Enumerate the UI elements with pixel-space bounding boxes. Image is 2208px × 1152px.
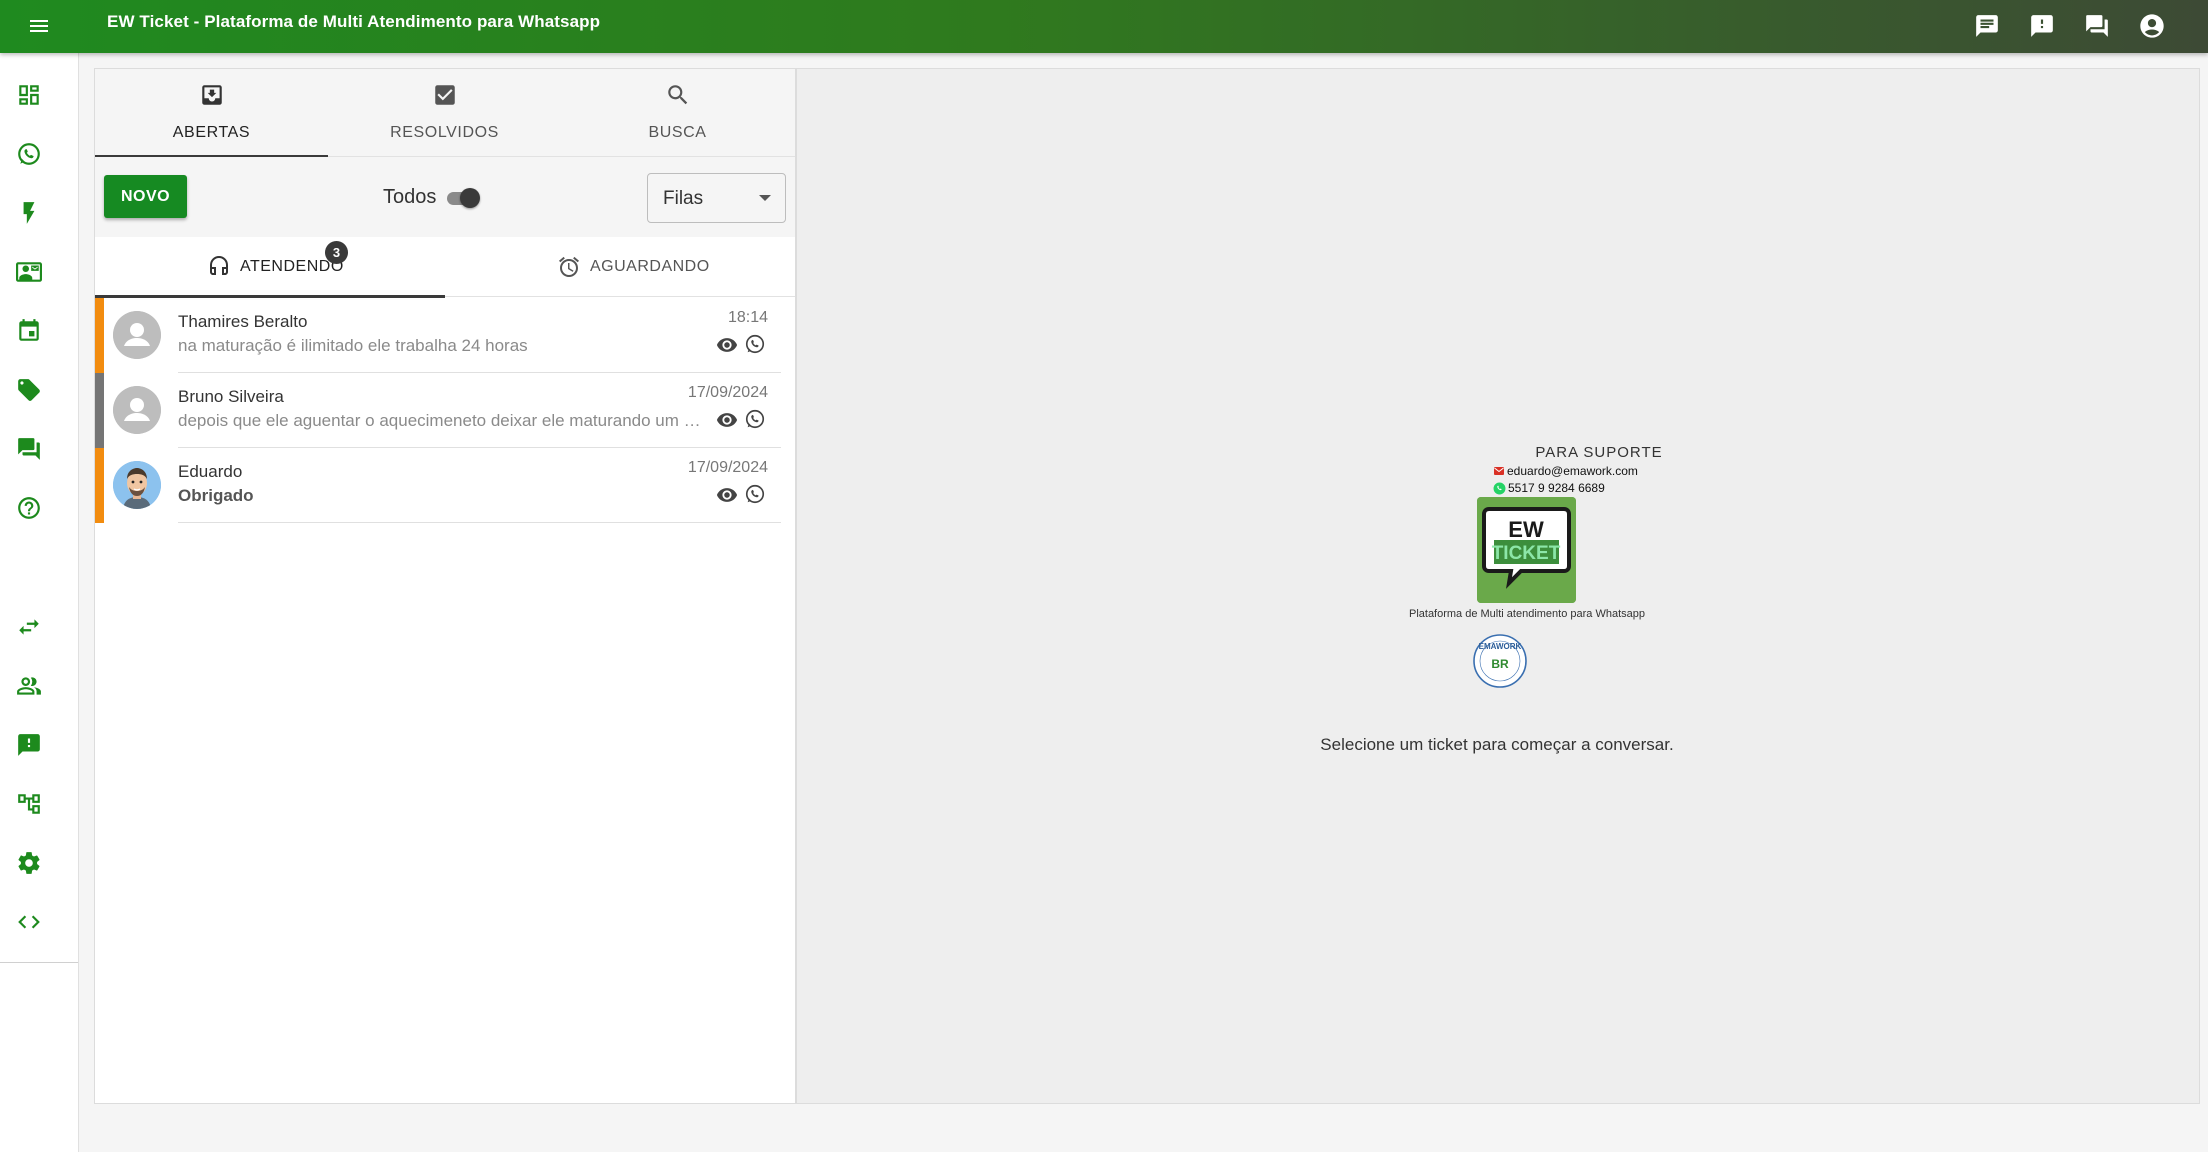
inbox-icon [198, 81, 226, 109]
whatsapp-icon [743, 482, 767, 506]
avatar [113, 461, 161, 509]
code-icon[interactable] [14, 907, 44, 937]
queue-color-bar [95, 298, 104, 373]
settings-icon[interactable] [14, 848, 44, 878]
menu-icon[interactable] [24, 11, 54, 41]
todos-toggle[interactable] [445, 187, 481, 209]
tab-aguardando[interactable]: AGUARDANDO [445, 237, 795, 297]
ticket-last-message: depois que ele aguentar o aquecimeneto d… [178, 411, 708, 430]
support-email: eduardo@emawork.com [1493, 464, 1638, 478]
tickets-panel: ABERTAS RESOLVIDOS BUSCA NOVO Todos Fila… [94, 68, 796, 1104]
logo-ticket-text: TICKET [1492, 543, 1561, 564]
whatsapp-icon [743, 407, 767, 431]
chat-icon[interactable] [1971, 10, 2003, 42]
atendendo-count-badge: 3 [325, 241, 348, 264]
tab-abertas[interactable]: ABERTAS [95, 69, 328, 158]
ticket-last-message: Obrigado [178, 486, 254, 505]
tab-busca-label: BUSCA [648, 124, 707, 141]
tab-resolvidos-label: RESOLVIDOS [390, 124, 499, 141]
dashboard-icon[interactable] [14, 80, 44, 110]
support-phone: 5517 9 9284 6689 [1493, 481, 1605, 495]
todos-label: Todos [383, 186, 437, 208]
seal-mark: BR [1491, 657, 1509, 671]
account-circle-icon[interactable] [2136, 10, 2168, 42]
support-phone-text: 5517 9 9284 6689 [1508, 481, 1605, 495]
support-title: PARA SUPORTE [1535, 444, 1663, 461]
email-icon [1494, 467, 1504, 475]
app-header: EW Ticket - Plataforma de Multi Atendime… [0, 0, 2208, 53]
search-icon [664, 81, 692, 109]
select-ticket-text: Selecione um ticket para começar a conve… [1320, 735, 1674, 754]
alarm-icon [556, 254, 582, 280]
app-title: EW Ticket - Plataforma de Multi Atendime… [107, 12, 601, 31]
ticket-time: 17/09/2024 [687, 459, 768, 476]
eye-icon[interactable] [715, 333, 739, 357]
new-ticket-button[interactable]: NOVO [104, 175, 187, 218]
tab-abertas-label: ABERTAS [172, 124, 251, 141]
tab-busca[interactable]: BUSCA [561, 69, 794, 157]
tickets-subtabs: ATENDENDO 3 AGUARDANDO [95, 237, 795, 298]
feedback-icon[interactable] [2026, 10, 2058, 42]
queue-color-bar [95, 448, 104, 523]
ticket-item[interactable]: Thamires Beralto na maturação é ilimitad… [95, 298, 795, 373]
tickets-tabs: ABERTAS RESOLVIDOS BUSCA [95, 69, 795, 158]
tag-icon[interactable] [14, 375, 44, 405]
contacts-icon[interactable] [14, 257, 44, 287]
people-icon[interactable] [14, 671, 44, 701]
whatsapp-icon [1493, 482, 1506, 494]
whatsapp-icon [743, 332, 767, 356]
ticket-list: Thamires Beralto na maturação é ilimitad… [95, 298, 795, 523]
flash-icon[interactable] [14, 198, 44, 228]
queue-select-value: Filas [663, 188, 704, 209]
ticket-contact-name: Thamires Beralto [178, 312, 308, 331]
ticket-time: 18:14 [727, 309, 768, 326]
sidebar [0, 53, 79, 1152]
tab-atendendo[interactable]: ATENDENDO 3 [95, 237, 445, 298]
tab-resolvidos[interactable]: RESOLVIDOS [328, 69, 561, 157]
logo-tagline: Plataforma de Multi atendimento para Wha… [1408, 608, 1646, 620]
ticket-contact-name: Bruno Silveira [178, 387, 284, 406]
ticket-item[interactable]: Bruno Silveira depois que ele aguentar o… [95, 373, 795, 448]
ticket-item[interactable]: Eduardo Obrigado 17/09/2024 [95, 448, 795, 523]
queue-tree-icon[interactable] [14, 789, 44, 819]
whatsapp-icon[interactable] [14, 139, 44, 169]
avatar [113, 386, 161, 434]
eye-icon[interactable] [715, 408, 739, 432]
help-icon[interactable] [14, 493, 44, 523]
seal-text: EMAWORK [1479, 642, 1522, 651]
eye-icon[interactable] [715, 483, 739, 507]
ticket-last-message: na maturação é ilimitado ele trabalha 24… [178, 336, 528, 355]
announcement-icon[interactable] [14, 730, 44, 760]
ew-ticket-logo: EW TICKET [1477, 497, 1576, 603]
queue-select[interactable]: Filas [647, 173, 786, 223]
headset-icon [206, 254, 232, 280]
chat-placeholder-panel: PARA SUPORTE eduardo@emawork.com 5517 9 … [796, 68, 2200, 1104]
sidebar-divider [0, 962, 78, 963]
emawork-seal: EMAWORK BR [1472, 633, 1528, 689]
calendar-icon[interactable] [14, 316, 44, 346]
select-ticket-message: Selecione um ticket para começar a conve… [797, 735, 2201, 755]
swap-icon[interactable] [14, 612, 44, 642]
tickets-toolbar: NOVO Todos Filas [95, 157, 795, 237]
check-box-icon [431, 81, 459, 109]
support-email-text: eduardo@emawork.com [1507, 464, 1638, 478]
avatar [113, 311, 161, 359]
forum-icon[interactable] [14, 434, 44, 464]
ticket-contact-name: Eduardo [178, 462, 243, 481]
queue-color-bar [95, 373, 104, 448]
logo-ew-text: EW [1508, 517, 1544, 542]
ticket-time: 17/09/2024 [687, 384, 768, 401]
chevron-down-icon [759, 195, 771, 201]
tab-aguardando-label: AGUARDANDO [590, 258, 710, 275]
forum-icon[interactable] [2081, 10, 2113, 42]
